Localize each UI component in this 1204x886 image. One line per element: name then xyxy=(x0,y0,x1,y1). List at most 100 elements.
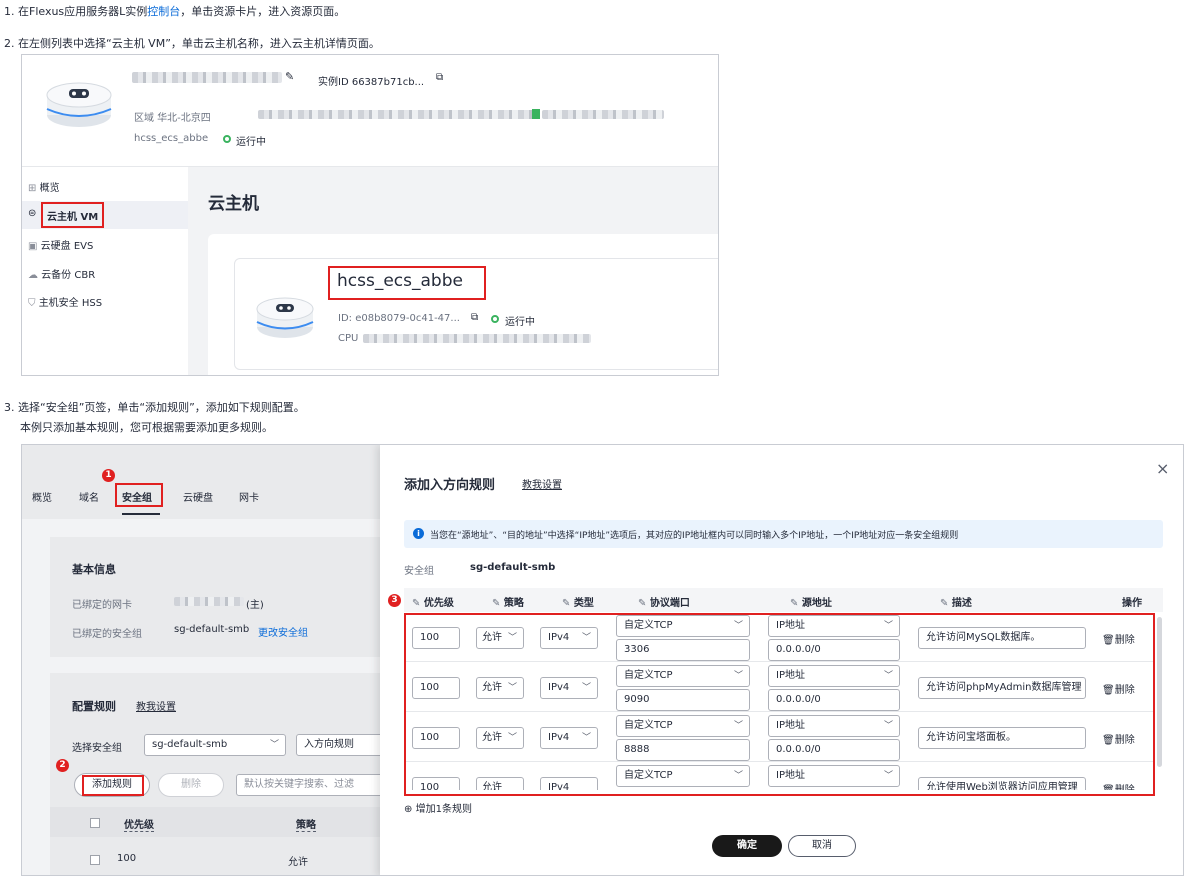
direction-value: 入方向规则 xyxy=(304,739,354,750)
add-one-rule[interactable]: ⊕ 增加1条规则 xyxy=(404,800,472,815)
content-panel: hcss_ecs_abbe ID: e08b8079-0c41-47... ⧉ … xyxy=(208,234,718,375)
grid-icon: ⊞ xyxy=(28,183,37,194)
badge-1: 1 xyxy=(102,469,115,482)
select-sg-label: 选择安全组 xyxy=(72,743,122,754)
rules-scrollbar[interactable] xyxy=(1157,617,1162,767)
nav-evs[interactable]: ▣ 云硬盘 EVS xyxy=(28,237,93,252)
tab-domain[interactable]: 域名 xyxy=(79,489,99,504)
add-inbound-rule-dialog: 添加入方向规则 教我设置 × i 当您在“源地址”、“目的地址”中选择“IP地址… xyxy=(380,445,1183,875)
chevron-down-icon: ﹀ xyxy=(269,740,279,750)
copy-icon[interactable]: ⧉ xyxy=(436,72,443,83)
direction-select[interactable]: 入方向规则 xyxy=(296,734,386,756)
nav-cbr-label: 云备份 CBR xyxy=(41,270,96,281)
tab-security-group[interactable]: 安全组 xyxy=(122,489,152,504)
main-area: 云主机 hcss_ecs_abbe ID: e08b8079-0c41-47..… xyxy=(188,166,718,375)
instance-id: 实例ID 66387b71cb... xyxy=(318,77,425,88)
host-name-small: hcss_ecs_abbe xyxy=(134,133,209,144)
host-card[interactable]: hcss_ecs_abbe ID: e08b8079-0c41-47... ⧉ … xyxy=(234,258,718,370)
cancel-button[interactable]: 取消 xyxy=(788,835,856,857)
search-input[interactable]: 默认按关键字搜索、过滤 xyxy=(236,774,386,796)
blurred-ip-info-2 xyxy=(542,110,664,119)
row-priority: 100 xyxy=(117,853,137,864)
step-1-prefix: 1. 在Flexus应用服务器L实例 xyxy=(4,5,148,18)
bound-sg-value: sg-default-smb xyxy=(174,624,250,635)
header-type: ✎ 类型 xyxy=(562,598,594,609)
server-device-icon xyxy=(46,82,112,127)
header-desc: ✎ 描述 xyxy=(940,598,972,609)
close-icon[interactable]: × xyxy=(1156,459,1169,478)
nic-suffix: (主) xyxy=(246,600,264,611)
vm-icon: ⊜ xyxy=(28,208,37,219)
nav-cbr[interactable]: ☁ 云备份 CBR xyxy=(28,266,95,281)
info-icon: i xyxy=(413,528,424,539)
sg-value: sg-default-smb xyxy=(470,562,556,573)
nav-hss-label: 主机安全 HSS xyxy=(38,298,103,309)
console-link[interactable]: 控制台 xyxy=(147,5,180,18)
confirm-button[interactable]: 确定 xyxy=(712,835,782,857)
tab-overview[interactable]: 概览 xyxy=(32,489,52,504)
running-status: 运行中 xyxy=(236,137,266,148)
row-checkbox[interactable] xyxy=(90,855,100,865)
delete-button[interactable]: 删除 xyxy=(158,773,224,797)
page-title: 云主机 xyxy=(208,194,259,214)
header-protocol-label: 协议端口 xyxy=(649,598,690,609)
running-status-icon xyxy=(223,135,231,143)
disk-icon: ▣ xyxy=(28,241,38,252)
header-desc-label: 描述 xyxy=(951,598,972,609)
add-rule-highlight xyxy=(82,775,144,796)
blurred-instance-name xyxy=(132,72,282,83)
basic-info-title: 基本信息 xyxy=(72,563,116,576)
blurred-ip-info xyxy=(258,110,534,119)
basic-info-panel: 基本信息 已绑定的网卡 (主) 已绑定的安全组 sg-default-smb 更… xyxy=(50,537,390,657)
config-rules-title: 配置规则 xyxy=(72,700,116,713)
tabs-bar xyxy=(22,445,382,519)
nav-vm[interactable]: 云主机 VM xyxy=(47,208,98,223)
edit-icon[interactable]: ✎ xyxy=(285,70,294,83)
cloud-icon: ☁ xyxy=(28,270,38,281)
header-priority-label: 优先级 xyxy=(423,598,454,609)
nav-evs-label: 云硬盘 EVS xyxy=(40,241,94,252)
info-text: 当您在“源地址”、“目的地址”中选择“IP地址”选项后，其对应的IP地址框内可以… xyxy=(430,531,959,541)
tab-disk[interactable]: 云硬盘 xyxy=(183,489,213,504)
dialog-teach-link[interactable]: 教我设置 xyxy=(522,476,562,491)
header-type-label: 类型 xyxy=(573,598,594,609)
header-checkbox[interactable] xyxy=(90,818,100,828)
tab-nic[interactable]: 网卡 xyxy=(239,489,259,504)
header-protocol: ✎ 协议端口 xyxy=(638,598,690,609)
step-1-suffix: ，单击资源卡片，进入资源页面。 xyxy=(180,5,346,18)
plus-circle-icon: ⊕ xyxy=(404,804,413,815)
card-status-icon xyxy=(491,315,499,323)
host-name-link[interactable]: hcss_ecs_abbe xyxy=(337,271,463,291)
sg-select-value: sg-default-smb xyxy=(152,739,228,750)
side-nav: ⊞ 概览 ⊜ 云主机 VM ▣ 云硬盘 EVS ☁ 云备份 CBR ⛉ 主机安全… xyxy=(22,166,188,375)
bound-sg-label: 已绑定的安全组 xyxy=(72,629,142,640)
info-banner: i 当您在“源地址”、“目的地址”中选择“IP地址”选项后，其对应的IP地址框内… xyxy=(404,520,1163,548)
card-status: 运行中 xyxy=(505,317,535,328)
step-3-text: 3. 选择“安全组”页签，单击“添加规则”，添加如下规则配置。 xyxy=(4,401,305,414)
screenshot-security-group: 概览 域名 安全组 1 云硬盘 网卡 基本信息 已绑定的网卡 (主) 已绑定的安… xyxy=(21,444,1184,876)
tab-underline xyxy=(122,513,160,515)
nav-overview-label: 概览 xyxy=(39,183,60,194)
shield-icon: ⛉ xyxy=(28,298,36,309)
console-background: 概览 域名 安全组 1 云硬盘 网卡 基本信息 已绑定的网卡 (主) 已绑定的安… xyxy=(22,445,390,875)
step-1-text: 1. 在Flexus应用服务器L实例控制台，单击资源卡片，进入资源页面。 xyxy=(4,3,345,19)
rules-table-header: ✎ 优先级 ✎ 策略 ✎ 类型 ✎ 协议端口 ✎ 源地址 ✎ 描述 操作 xyxy=(404,588,1163,612)
col-policy[interactable]: 策略 xyxy=(296,816,316,832)
host-id: ID: e08b8079-0c41-47... xyxy=(338,313,460,324)
table-header xyxy=(50,807,390,837)
teach-link[interactable]: 教我设置 xyxy=(136,698,176,713)
badge-2: 2 xyxy=(56,759,69,772)
cpu-label: CPU xyxy=(338,333,359,344)
change-sg-link[interactable]: 更改安全组 xyxy=(258,624,308,639)
header-priority: ✎ 优先级 xyxy=(412,598,454,609)
col-priority[interactable]: 优先级 xyxy=(124,816,154,832)
step-3-subtext: 本例只添加基本规则，您可根据需要添加更多规则。 xyxy=(20,421,273,434)
blurred-cpu-info xyxy=(363,334,591,343)
sg-select[interactable]: sg-default-smb ﹀ xyxy=(144,734,286,756)
step-2-text: 2. 在左侧列表中选择“云主机 VM”，单击云主机名称，进入云主机详情页面。 xyxy=(4,37,380,50)
bound-nic-label: 已绑定的网卡 xyxy=(72,600,132,611)
nav-overview[interactable]: ⊞ 概览 xyxy=(28,179,60,194)
copy-id-icon[interactable]: ⧉ xyxy=(471,312,478,323)
sg-label: 安全组 xyxy=(404,566,434,577)
nav-hss[interactable]: ⛉ 主机安全 HSS xyxy=(28,294,102,309)
